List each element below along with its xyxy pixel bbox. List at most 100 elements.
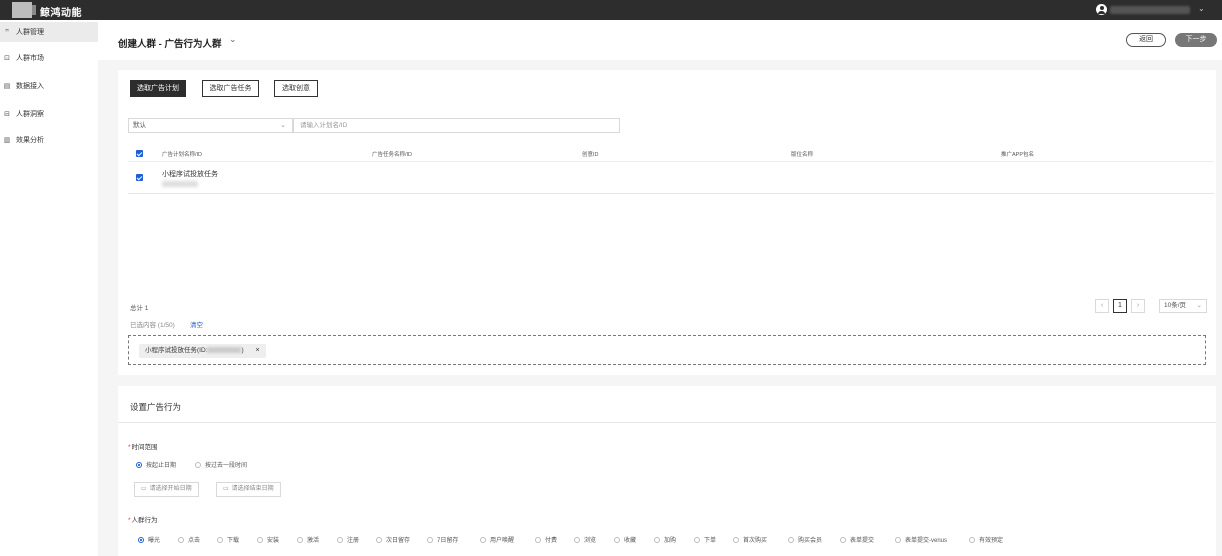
back-button[interactable]: 返回 [1126, 33, 1166, 47]
close-icon[interactable]: × [255, 347, 259, 354]
user-icon: ꟸ [4, 29, 10, 36]
section-title: 设置广告行为 [130, 402, 182, 412]
radio-dot [614, 536, 620, 543]
row-checkbox[interactable] [136, 174, 143, 181]
radio-dot [574, 536, 580, 543]
time-range-text: 时间范围 [131, 444, 158, 451]
sidebar-item-audience-market[interactable]: ⊡ 人群市场 [0, 48, 98, 68]
sidebar-item-label: 效果分析 [16, 137, 44, 144]
radio-dot [840, 536, 846, 543]
page-header: 创建人群 - 广告行为人群 ⌄ 返回 下一步 [98, 20, 1222, 60]
start-date-placeholder: 请选择开始日期 [149, 486, 192, 492]
tab-select-creative[interactable]: 选取创意 [274, 80, 318, 97]
tab-select-ad-plan[interactable]: 选取广告计划 [130, 80, 186, 97]
search-type-select[interactable]: 默认 ⌄ [128, 118, 293, 133]
radio-dot [535, 536, 541, 543]
action-radio-pay[interactable]: 付费 [535, 535, 557, 544]
end-date-picker[interactable]: ▭ 请选择结束日期 [216, 482, 281, 497]
page-size-value: 10条/页 [1164, 302, 1187, 309]
action-radio-register[interactable]: 注册 [337, 535, 359, 544]
sidebar-item-effect-analysis[interactable]: ▥ 效果分析 [0, 130, 98, 150]
selected-tags-area: 小程序试投放任务(ID:) × [128, 335, 1206, 365]
action-radio-user-wakeup[interactable]: 用户唤醒 [480, 535, 514, 544]
start-date-picker[interactable]: ▭ 请选择开始日期 [134, 482, 199, 497]
action-label: 安装 [267, 538, 280, 544]
sidebar: ꟸ 人群管理 ⊡ 人群市场 ▤ 数据接入 ⊟ 人群洞察 ▥ 效果分析 [0, 20, 98, 556]
radio-dot [337, 536, 343, 543]
pager-prev-button[interactable]: ‹ [1095, 299, 1109, 313]
action-label: 收藏 [624, 538, 637, 544]
action-radio-browse[interactable]: 浏览 [574, 535, 596, 544]
action-label: 加购 [664, 538, 677, 544]
plan-id-redacted [162, 181, 198, 187]
radio-dot [733, 536, 739, 543]
tag-label-prefix: 小程序试投放任务(ID: [145, 347, 208, 354]
column-header-plan: 广告计划名称/ID [162, 152, 203, 158]
chevron-down-icon[interactable]: ⌄ [229, 34, 237, 45]
action-radio-form-submit[interactable]: 表单提交 [840, 535, 874, 544]
action-radio-click[interactable]: 点击 [178, 535, 200, 544]
action-label: 表单提交-venus [905, 538, 948, 544]
pager-next-button[interactable]: › [1131, 299, 1145, 313]
action-radio-first-purchase[interactable]: 首次购买 [733, 535, 767, 544]
action-label: 有效预定 [979, 538, 1004, 544]
action-label: 表单提交 [850, 538, 875, 544]
action-radio-next-day-retention[interactable]: 次日留存 [376, 535, 410, 544]
tag-id-redacted [207, 347, 242, 354]
action-radio-add-to-cart[interactable]: 加购 [654, 535, 676, 544]
action-label: 下单 [704, 538, 717, 544]
chevron-down-icon: ⌄ [280, 122, 286, 129]
action-label: 用户唤醒 [490, 538, 515, 544]
chevron-down-icon[interactable]: ⌄ [1198, 4, 1205, 13]
column-header-placement: 版位名称 [791, 152, 814, 158]
select-all-checkbox[interactable] [136, 150, 143, 157]
selection-card: 选取广告计划 选取广告任务 选取创意 默认 ⌄ 请输入计划名/ID 广告计划名称… [118, 70, 1216, 375]
action-radio-form-submit-venus[interactable]: 表单提交-venus [895, 535, 947, 544]
radio-dot [257, 536, 263, 543]
action-radio-install[interactable]: 安装 [257, 535, 279, 544]
chart-icon: ▥ [3, 137, 11, 144]
sidebar-item-audience-insight[interactable]: ⊟ 人群洞察 [0, 104, 98, 124]
audience-behavior-text: 人群行为 [131, 517, 158, 524]
user-avatar-icon[interactable] [1096, 4, 1107, 15]
pager-current-page[interactable]: 1 [1113, 299, 1127, 313]
action-radio-order[interactable]: 下单 [694, 535, 716, 544]
page-size-select[interactable]: 10条/页 ⌄ [1159, 299, 1207, 313]
action-label: 激活 [307, 538, 320, 544]
selected-tag: 小程序试投放任务(ID:) × [139, 344, 266, 358]
radio-dot [217, 536, 223, 543]
sidebar-item-audience-management[interactable]: ꟸ 人群管理 [0, 22, 98, 42]
sidebar-item-data-access[interactable]: ▤ 数据接入 [0, 76, 98, 96]
brand-name: 鲸鸿动能 [40, 8, 82, 19]
next-step-button[interactable]: 下一步 [1175, 33, 1217, 47]
calendar-icon: ▭ [141, 486, 147, 492]
action-radio-download[interactable]: 下载 [217, 535, 239, 544]
audience-behavior-label: *人群行为 [128, 514, 158, 524]
logo-image [12, 2, 36, 18]
action-radio-7-day-retention[interactable]: 7日留存 [427, 535, 458, 544]
user-name-redacted[interactable] [1110, 6, 1190, 14]
action-label: 浏览 [584, 538, 597, 544]
clear-link[interactable]: 清空 [190, 319, 203, 329]
page-title: 创建人群 - 广告行为人群 [118, 39, 222, 50]
time-range-label: *时间范围 [128, 441, 158, 451]
end-date-placeholder: 请选择结束日期 [231, 486, 274, 492]
action-radio-favorite[interactable]: 收藏 [614, 535, 636, 544]
table-row[interactable]: 小程序试投放任务 [128, 164, 1214, 194]
action-radio-valid-booking[interactable]: 有效预定 [969, 535, 1003, 544]
data-icon: ▤ [3, 83, 11, 90]
action-radio-impression[interactable]: 曝光 [138, 535, 160, 544]
radio-by-date-range[interactable]: 按起止日期 [136, 460, 176, 469]
action-radio-activate[interactable]: 激活 [297, 535, 319, 544]
radio-dot [480, 536, 486, 543]
radio-dot [376, 536, 382, 543]
radio-by-past-period[interactable]: 按过去一段时间 [195, 460, 247, 469]
radio-label: 按过去一段时间 [205, 463, 248, 469]
search-input[interactable]: 请输入计划名/ID [293, 118, 620, 133]
column-header-task: 广告任务名称/ID [372, 152, 413, 158]
column-header-creative: 创意ID [582, 152, 599, 158]
top-bar: 鲸鸿动能 ⌄ [0, 0, 1222, 20]
ad-behavior-card: 设置广告行为 *时间范围 按起止日期 按过去一段时间 ▭ 请选择开始日期 ▭ 请选择… [118, 386, 1216, 556]
action-radio-buy-membership[interactable]: 购买会员 [788, 535, 822, 544]
tab-select-ad-task[interactable]: 选取广告任务 [202, 80, 259, 97]
